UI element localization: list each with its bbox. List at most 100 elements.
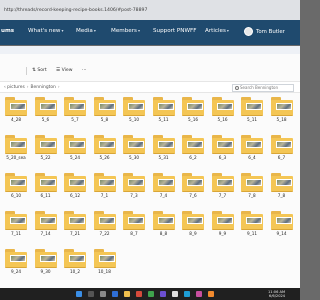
view-button[interactable]: ☰ View — [56, 68, 73, 73]
folder-item[interactable]: 9_11 — [239, 209, 265, 239]
folder-icon — [152, 138, 175, 154]
folder-item[interactable]: 5_11 — [151, 95, 177, 125]
folder-item[interactable]: 7_8 — [239, 171, 265, 201]
breadcrumb-path[interactable]: ‹ pictures › Bennington › — [4, 85, 62, 90]
folder-item[interactable]: 6_11 — [33, 171, 59, 201]
photo-thumbnail — [128, 217, 144, 224]
app-icon[interactable] — [184, 291, 190, 297]
folder-item[interactable]: 9_9 — [210, 209, 236, 239]
folder-item[interactable]: 5_10 — [121, 95, 147, 125]
folder-item[interactable]: 4_28 — [3, 95, 29, 125]
file-explorer-icon[interactable] — [124, 291, 130, 297]
folder-name: 7_14 — [40, 231, 51, 236]
folder-item[interactable]: 7_21 — [62, 209, 88, 239]
folder-icon — [5, 100, 27, 116]
folder-item[interactable]: 8_7 — [121, 209, 147, 239]
folder-item[interactable]: 7_1 — [92, 171, 118, 201]
folder-item[interactable]: 6_10 — [3, 171, 29, 201]
folder-item[interactable]: 7_3 — [121, 171, 147, 201]
folder-item[interactable]: 5_26 — [92, 133, 118, 163]
sort-button[interactable]: ⇅ Sort — [32, 68, 47, 73]
folder-item[interactable]: 7_14 — [33, 209, 59, 239]
user-name[interactable]: Tom Butler — [256, 29, 285, 35]
folder-item[interactable]: 6_3 — [210, 133, 236, 163]
folder-item[interactable]: 5_30 — [121, 133, 147, 163]
photo-thumbnail — [39, 255, 56, 262]
browser-icon[interactable] — [112, 291, 118, 297]
photo-thumbnail — [275, 141, 292, 148]
folder-item[interactable]: 7_8 — [269, 171, 295, 201]
nav-members[interactable]: Members▾ — [111, 28, 140, 34]
folder-icon — [64, 138, 86, 154]
nav-media[interactable]: Media▾ — [76, 28, 96, 34]
folder-name: 6_11 — [40, 193, 51, 198]
folder-item[interactable]: 7_7 — [210, 171, 236, 201]
folder-name: 7_1 — [100, 193, 109, 198]
folder-icon — [241, 214, 263, 230]
browser-address-bar[interactable]: http://threads/record-keeping-recipe-boo… — [0, 0, 300, 20]
folder-item[interactable]: 6_2 — [180, 133, 206, 163]
folder-name: 5_11 — [246, 117, 258, 122]
clock-date: 6/6/2024 — [268, 294, 286, 298]
clock[interactable]: 11:06 AM 6/6/2024 — [268, 290, 285, 299]
folder-item[interactable]: 6_7 — [269, 133, 295, 163]
folder-name: 5_30 — [128, 155, 140, 160]
folder-icon — [34, 176, 57, 192]
app-icon[interactable] — [208, 291, 214, 297]
folder-icon — [64, 252, 86, 268]
photo-thumbnail — [98, 179, 115, 186]
folder-item[interactable]: 5_16 — [210, 95, 236, 125]
folder-name: 7_8 — [248, 193, 256, 198]
folder-item[interactable]: 7_4 — [151, 171, 177, 201]
app-icon[interactable] — [148, 291, 154, 297]
nav-forums[interactable]: ums — [1, 28, 14, 34]
start-icon[interactable] — [76, 291, 82, 297]
avatar[interactable] — [244, 27, 253, 36]
app-icon[interactable] — [160, 291, 166, 297]
breadcrumb-item[interactable]: Bennington — [31, 85, 56, 90]
folder-item[interactable]: 5_8 — [92, 95, 118, 125]
url-text[interactable]: http://threads/record-keeping-recipe-boo… — [4, 8, 147, 13]
folder-item[interactable]: 8_9 — [180, 209, 206, 239]
folder-item[interactable]: 9_30 — [33, 247, 59, 277]
photo-thumbnail — [10, 141, 26, 148]
folder-item[interactable]: 6_12 — [62, 171, 88, 201]
folder-item[interactable]: 9_14 — [269, 209, 295, 239]
nav-support[interactable]: Support PNWFF — [153, 28, 196, 34]
app-icon[interactable] — [196, 291, 202, 297]
folder-item[interactable]: 7_6 — [180, 171, 206, 201]
app-icon[interactable] — [172, 291, 178, 297]
nav-whats-new[interactable]: What's new▾ — [28, 28, 64, 34]
folder-item[interactable]: 7_22 — [92, 209, 118, 239]
photo-thumbnail — [246, 141, 262, 148]
folder-item[interactable]: 5_22 — [33, 133, 59, 163]
more-options-icon[interactable]: ··· — [82, 68, 86, 73]
folder-item[interactable]: 5_11 — [239, 95, 265, 125]
folder-item[interactable]: 10_18 — [92, 247, 118, 277]
folder-item[interactable]: 9_24 — [3, 247, 29, 277]
folder-item[interactable]: 10_2 — [62, 247, 88, 277]
folder-item[interactable]: 6_4 — [239, 133, 265, 163]
folder-item[interactable]: 5_18 — [269, 95, 295, 125]
photo-thumbnail — [157, 141, 174, 148]
folder-item[interactable]: 5_24 — [62, 133, 88, 163]
folder-name: 6_2 — [189, 155, 197, 160]
screen: http://threads/record-keeping-recipe-boo… — [0, 0, 300, 300]
search-input[interactable]: Search Bennington — [232, 83, 294, 92]
folder-icon — [123, 214, 145, 230]
folder-item[interactable]: 5_16 — [180, 95, 206, 125]
app-icon[interactable] — [136, 291, 142, 297]
task-view-icon[interactable] — [100, 291, 106, 297]
search-icon[interactable] — [88, 291, 94, 297]
folder-item[interactable]: 5_31 — [151, 133, 177, 163]
folder-item[interactable]: 5_20_sea — [3, 133, 29, 163]
breadcrumb-item[interactable]: pictures — [7, 85, 25, 90]
photo-thumbnail — [246, 217, 262, 224]
folder-item[interactable]: 7_11 — [3, 209, 29, 239]
nav-articles[interactable]: Articles▾ — [205, 28, 229, 34]
folder-item[interactable]: 5_6 — [33, 95, 59, 125]
photo-thumbnail — [10, 179, 26, 186]
folder-name: 7_4 — [159, 193, 168, 198]
folder-item[interactable]: 8_8 — [151, 209, 177, 239]
folder-item[interactable]: 5_7 — [62, 95, 88, 125]
